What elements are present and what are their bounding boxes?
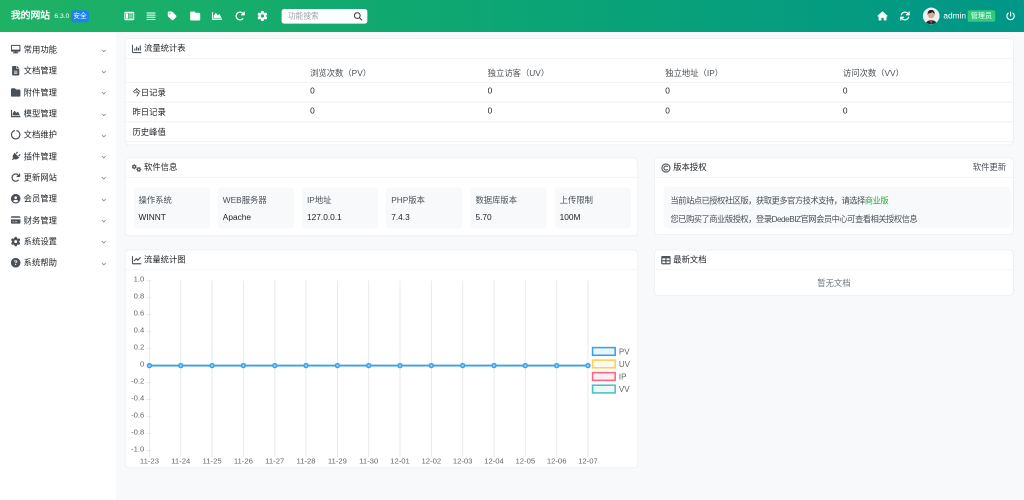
svg-text:12-07: 12-07 [578, 456, 598, 465]
svg-text:IP: IP [619, 372, 627, 381]
svg-text:11-24: 11-24 [171, 456, 191, 465]
svg-text:UV: UV [619, 360, 631, 369]
svg-text:PV: PV [619, 347, 630, 356]
svg-text:12-03: 12-03 [453, 456, 473, 465]
svg-text:12-06: 12-06 [547, 456, 567, 465]
svg-text:12-02: 12-02 [422, 456, 442, 465]
svg-text:11-27: 11-27 [265, 456, 284, 465]
svg-text:11-26: 11-26 [234, 456, 253, 465]
svg-text:0.2: 0.2 [134, 342, 145, 351]
svg-text:12-05: 12-05 [515, 456, 535, 465]
svg-text:0.8: 0.8 [134, 291, 145, 300]
svg-text:-0.6: -0.6 [131, 410, 144, 419]
svg-text:0: 0 [140, 359, 144, 368]
svg-text:0.4: 0.4 [134, 325, 145, 334]
svg-text:11-25: 11-25 [203, 456, 222, 465]
svg-text:-0.4: -0.4 [131, 393, 145, 402]
svg-text:0.6: 0.6 [134, 308, 145, 317]
svg-text:-0.2: -0.2 [131, 376, 144, 385]
svg-text:1.0: 1.0 [134, 274, 145, 283]
svg-text:VV: VV [619, 385, 630, 394]
svg-text:11-23: 11-23 [140, 456, 159, 465]
svg-text:-1.0: -1.0 [131, 444, 144, 453]
svg-text:11-29: 11-29 [328, 456, 347, 465]
svg-text:12-04: 12-04 [484, 456, 504, 465]
svg-text:12-01: 12-01 [390, 456, 410, 465]
svg-text:11-28: 11-28 [297, 456, 316, 465]
svg-text:-0.8: -0.8 [131, 427, 144, 436]
svg-text:11-30: 11-30 [359, 456, 378, 465]
